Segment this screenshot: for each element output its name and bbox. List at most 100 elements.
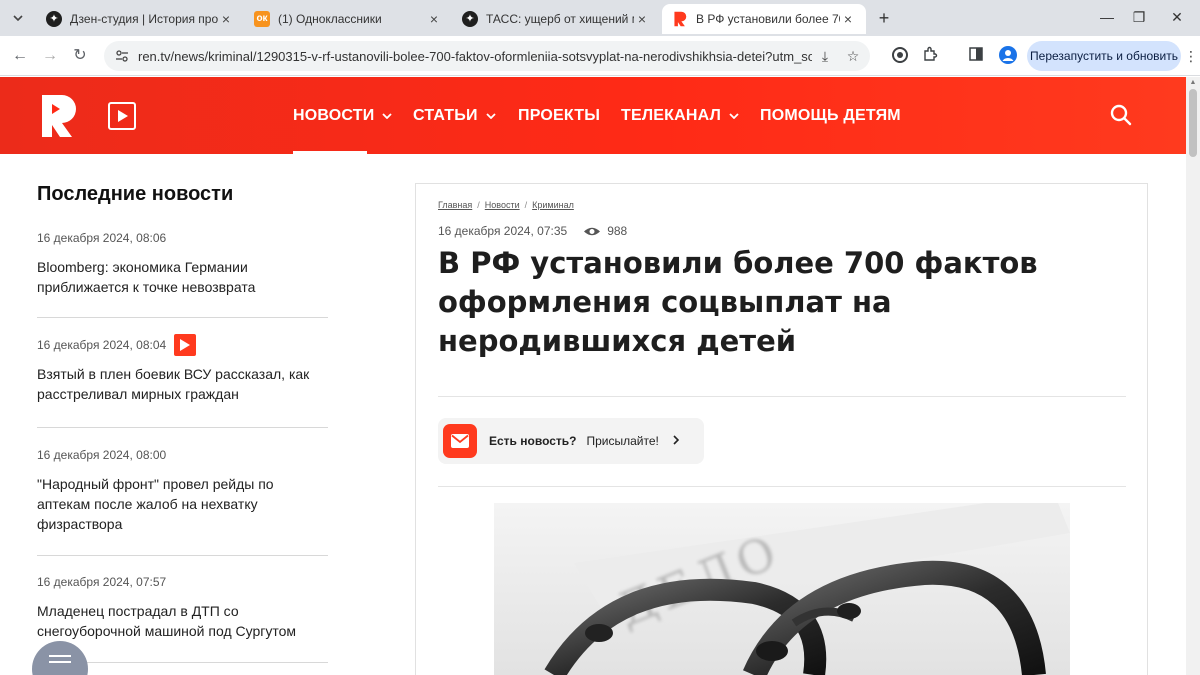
menu-item-label: НОВОСТИ bbox=[293, 107, 375, 124]
chevron-right-icon bbox=[673, 434, 680, 448]
breadcrumb-link-crime[interactable]: Криминал bbox=[532, 200, 574, 210]
browser-toolbar: ← → ↻ ren.tv/news/kriminal/1290315-v-rf-… bbox=[0, 36, 1200, 76]
rentv-favicon-icon bbox=[672, 11, 688, 27]
news-date: 16 декабря 2024, 07:57 bbox=[37, 571, 328, 593]
breadcrumb-link-news[interactable]: Новости bbox=[485, 200, 520, 210]
tab-title: (1) Одноклассники bbox=[278, 12, 382, 26]
close-tab-icon[interactable]: × bbox=[426, 11, 442, 27]
site-header: НОВОСТИ СТАТЬИ ПРОЕКТЫ ТЕЛЕКАНАЛ ПОМОЩЬ … bbox=[0, 77, 1186, 154]
views-count: 988 bbox=[607, 224, 628, 238]
new-tab-icon[interactable]: + bbox=[874, 8, 894, 28]
menu-item-label: СТАТЬИ bbox=[413, 107, 478, 124]
article-title: В РФ установили более 700 фактов оформле… bbox=[438, 246, 1038, 358]
news-date-text: 16 декабря 2024, 08:00 bbox=[37, 448, 167, 462]
menu-item-label: ТЕЛЕКАНАЛ bbox=[621, 107, 721, 124]
news-date: 16 декабря 2024, 08:04 bbox=[37, 334, 328, 356]
news-headline-link[interactable]: Взятый в плен боевик ВСУ рассказал, как … bbox=[37, 364, 328, 404]
breadcrumb: Главная / Новости / Криминал bbox=[438, 200, 574, 210]
live-play-button[interactable] bbox=[108, 102, 136, 130]
profile-avatar-icon[interactable] bbox=[998, 46, 1018, 66]
article-views: 988 bbox=[583, 224, 627, 238]
menu-line bbox=[49, 661, 71, 663]
relaunch-update-button[interactable]: Перезапустить и обновить bbox=[1027, 41, 1181, 71]
news-date-text: 16 декабря 2024, 08:06 bbox=[37, 231, 167, 245]
menu-line bbox=[49, 655, 71, 657]
chevron-down-icon bbox=[382, 113, 393, 119]
url-text[interactable]: ren.tv/news/kriminal/1290315-v-rf-ustano… bbox=[138, 49, 812, 64]
tab-search-icon[interactable] bbox=[8, 8, 28, 28]
news-date-text: 16 декабря 2024, 08:04 bbox=[37, 338, 167, 352]
odnoklassniki-favicon-icon: ок bbox=[254, 11, 270, 27]
article-photo[interactable]: ДЕЛО bbox=[494, 503, 1070, 675]
send-news-question: Есть новость? bbox=[489, 434, 577, 448]
tab-title: ТАСС: ущерб от хищений мате bbox=[486, 12, 634, 26]
menu-item-tv-channel[interactable]: ТЕЛЕКАНАЛ bbox=[621, 106, 739, 126]
bookmark-star-icon[interactable]: ☆ bbox=[844, 47, 862, 65]
browser-tab-strip: ✦ Дзен-студия | История про од × ок (1) … bbox=[0, 0, 1200, 36]
menu-item-projects[interactable]: ПРОЕКТЫ bbox=[518, 106, 600, 126]
news-list-item[interactable]: 16 декабря 2024, 08:06 Bloomberg: эконом… bbox=[37, 227, 328, 297]
search-icon[interactable] bbox=[1110, 104, 1132, 126]
scrollbar-thumb[interactable] bbox=[1189, 89, 1197, 157]
reload-icon[interactable]: ↻ bbox=[70, 46, 90, 66]
latest-news-heading: Последние новости bbox=[37, 183, 234, 205]
news-date-text: 16 декабря 2024, 07:57 bbox=[37, 575, 167, 589]
menu-item-help-children[interactable]: ПОМОЩЬ ДЕТЯМ bbox=[760, 106, 901, 126]
restore-window-icon[interactable]: ❐ bbox=[1124, 6, 1154, 28]
envelope-icon bbox=[443, 424, 477, 458]
divider bbox=[37, 317, 328, 318]
site-settings-icon[interactable] bbox=[114, 48, 130, 64]
play-icon bbox=[118, 110, 128, 122]
menu-item-label: ПОМОЩЬ ДЕТЯМ bbox=[760, 107, 901, 124]
tracker-extension-icon[interactable] bbox=[890, 46, 910, 66]
menu-item-articles[interactable]: СТАТЬИ bbox=[413, 106, 496, 126]
rentv-logo-icon[interactable] bbox=[38, 93, 78, 139]
send-news-action: Присылайте! bbox=[586, 434, 659, 448]
address-bar[interactable]: ren.tv/news/kriminal/1290315-v-rf-ustano… bbox=[104, 41, 870, 71]
play-icon bbox=[180, 339, 191, 351]
close-window-icon[interactable]: ✕ bbox=[1162, 6, 1192, 28]
news-headline-link[interactable]: Bloomberg: экономика Германии приближает… bbox=[37, 257, 328, 297]
divider bbox=[37, 427, 328, 428]
back-arrow-icon[interactable]: ← bbox=[10, 46, 30, 66]
dzen-favicon-icon: ✦ bbox=[46, 11, 62, 27]
close-tab-icon[interactable]: × bbox=[634, 11, 650, 27]
news-date: 16 декабря 2024, 08:00 bbox=[37, 444, 328, 466]
install-app-icon[interactable]: ⤓ bbox=[816, 47, 834, 65]
breadcrumb-link-home[interactable]: Главная bbox=[438, 200, 472, 210]
video-badge[interactable] bbox=[174, 334, 197, 356]
news-headline-link[interactable]: Младенец пострадал в ДТП со снегоуборочн… bbox=[37, 601, 328, 641]
chevron-down-icon bbox=[486, 113, 496, 119]
page-scrollbar[interactable]: ▲ bbox=[1186, 77, 1200, 675]
browser-menu-icon[interactable]: ⋮ bbox=[1184, 46, 1198, 66]
divider bbox=[438, 486, 1126, 487]
dzen-favicon-icon: ✦ bbox=[462, 11, 478, 27]
send-news-button[interactable]: Есть новость? Присылайте! bbox=[438, 418, 704, 464]
divider bbox=[438, 396, 1126, 397]
floating-menu-button[interactable] bbox=[32, 641, 88, 675]
news-list-item[interactable]: 16 декабря 2024, 08:00 "Народный фронт" … bbox=[37, 444, 328, 534]
news-list-item[interactable]: 16 декабря 2024, 07:57 Младенец пострада… bbox=[37, 571, 328, 641]
news-headline-link[interactable]: "Народный фронт" провел рейды по аптекам… bbox=[37, 474, 328, 534]
scroll-up-arrow-icon[interactable]: ▲ bbox=[1189, 79, 1197, 87]
extensions-puzzle-icon[interactable] bbox=[920, 46, 940, 66]
browser-tab[interactable]: ✦ Дзен-студия | История про од × bbox=[36, 4, 244, 34]
article-meta: 16 декабря 2024, 07:35 988 bbox=[438, 224, 627, 238]
close-tab-icon[interactable]: × bbox=[218, 11, 234, 27]
eye-icon bbox=[584, 227, 601, 235]
browser-tab[interactable]: ок (1) Одноклассники × bbox=[244, 4, 452, 34]
chevron-down-icon bbox=[729, 113, 739, 119]
browser-tab[interactable]: ✦ ТАСС: ущерб от хищений мате × bbox=[452, 4, 660, 34]
divider bbox=[37, 555, 328, 556]
menu-item-label: ПРОЕКТЫ bbox=[518, 107, 601, 124]
close-tab-icon[interactable]: × bbox=[840, 11, 856, 27]
news-list-item[interactable]: 16 декабря 2024, 08:04 Взятый в плен бое… bbox=[37, 334, 328, 404]
menu-item-news[interactable]: НОВОСТИ bbox=[293, 106, 393, 126]
tab-title: Дзен-студия | История про од bbox=[70, 12, 218, 26]
side-panel-icon[interactable] bbox=[966, 46, 986, 66]
browser-tab-active[interactable]: В РФ установили более 700 ф × bbox=[662, 4, 866, 34]
handcuffs-image: ДЕЛО bbox=[494, 503, 1070, 675]
minimize-window-icon[interactable]: — bbox=[1092, 6, 1122, 28]
forward-arrow-icon[interactable]: → bbox=[40, 46, 60, 66]
active-menu-indicator bbox=[293, 151, 367, 154]
